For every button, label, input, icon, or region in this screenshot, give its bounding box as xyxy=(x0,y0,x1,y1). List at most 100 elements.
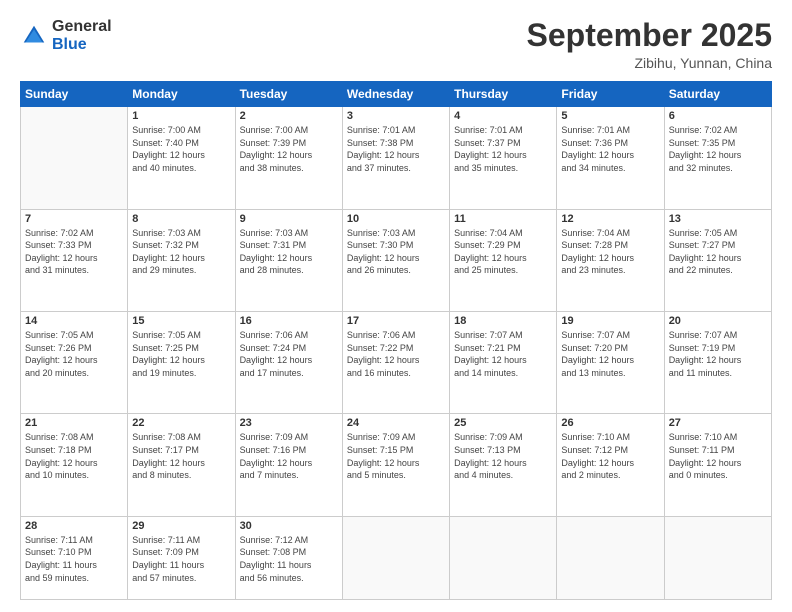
table-row xyxy=(450,516,557,599)
table-row: 13 Sunrise: 7:05 AMSunset: 7:27 PMDayligh… xyxy=(664,209,771,311)
table-row xyxy=(21,107,128,209)
day-info: Sunrise: 7:04 AMSunset: 7:28 PMDaylight:… xyxy=(561,227,659,277)
day-info: Sunrise: 7:01 AMSunset: 7:37 PMDaylight:… xyxy=(454,124,552,174)
table-row: 25 Sunrise: 7:09 AMSunset: 7:13 PMDayligh… xyxy=(450,414,557,516)
page: General Blue September 2025 Zibihu, Yunn… xyxy=(0,0,792,612)
day-number: 27 xyxy=(669,417,767,429)
day-number: 20 xyxy=(669,315,767,327)
table-row: 14 Sunrise: 7:05 AMSunset: 7:26 PMDayligh… xyxy=(21,312,128,414)
day-info: Sunrise: 7:08 AMSunset: 7:17 PMDaylight:… xyxy=(132,431,230,481)
day-info: Sunrise: 7:06 AMSunset: 7:22 PMDaylight:… xyxy=(347,329,445,379)
day-info: Sunrise: 7:02 AMSunset: 7:33 PMDaylight:… xyxy=(25,227,123,277)
table-row: 6 Sunrise: 7:02 AMSunset: 7:35 PMDaylight… xyxy=(664,107,771,209)
table-row: 3Sunrise: 7:01 AMSunset: 7:38 PMDaylight… xyxy=(342,107,449,209)
day-number: 22 xyxy=(132,417,230,429)
day-number: 29 xyxy=(132,520,230,532)
header-friday: Friday xyxy=(557,82,664,107)
table-row: 27 Sunrise: 7:10 AMSunset: 7:11 PMDayligh… xyxy=(664,414,771,516)
table-row xyxy=(557,516,664,599)
logo-general-text: General xyxy=(52,18,112,36)
day-info: Sunrise: 7:10 AMSunset: 7:11 PMDaylight:… xyxy=(669,431,767,481)
day-number: 14 xyxy=(25,315,123,327)
day-info: Sunrise: 7:03 AMSunset: 7:32 PMDaylight:… xyxy=(132,227,230,277)
table-row: 30 Sunrise: 7:12 AMSunset: 7:08 PMDayligh… xyxy=(235,516,342,599)
day-number: 26 xyxy=(561,417,659,429)
table-row: 12Sunrise: 7:04 AMSunset: 7:28 PMDayligh… xyxy=(557,209,664,311)
table-row: 9 Sunrise: 7:03 AMSunset: 7:31 PMDaylight… xyxy=(235,209,342,311)
day-info: Sunrise: 7:11 AMSunset: 7:09 PMDaylight:… xyxy=(132,534,230,584)
day-info: Sunrise: 7:03 AMSunset: 7:31 PMDaylight:… xyxy=(240,227,338,277)
day-info: Sunrise: 7:01 AMSunset: 7:38 PMDaylight:… xyxy=(347,124,445,174)
day-info: Sunrise: 7:12 AMSunset: 7:08 PMDaylight:… xyxy=(240,534,338,584)
calendar-subtitle: Zibihu, Yunnan, China xyxy=(527,55,772,71)
table-row: 7 Sunrise: 7:02 AMSunset: 7:33 PMDaylight… xyxy=(21,209,128,311)
table-row: 17 Sunrise: 7:06 AMSunset: 7:22 PMDayligh… xyxy=(342,312,449,414)
day-info: Sunrise: 7:09 AMSunset: 7:15 PMDaylight:… xyxy=(347,431,445,481)
day-number: 17 xyxy=(347,315,445,327)
day-number: 6 xyxy=(669,110,767,122)
day-info: Sunrise: 7:10 AMSunset: 7:12 PMDaylight:… xyxy=(561,431,659,481)
day-number: 11 xyxy=(454,213,552,225)
day-number: 21 xyxy=(25,417,123,429)
header-saturday: Saturday xyxy=(664,82,771,107)
table-row: 5Sunrise: 7:01 AMSunset: 7:36 PMDaylight… xyxy=(557,107,664,209)
table-row: 16 Sunrise: 7:06 AMSunset: 7:24 PMDayligh… xyxy=(235,312,342,414)
day-number: 25 xyxy=(454,417,552,429)
table-row: 1Sunrise: 7:00 AMSunset: 7:40 PMDaylight… xyxy=(128,107,235,209)
day-info: Sunrise: 7:07 AMSunset: 7:21 PMDaylight:… xyxy=(454,329,552,379)
day-info: Sunrise: 7:07 AMSunset: 7:19 PMDaylight:… xyxy=(669,329,767,379)
table-row: 24 Sunrise: 7:09 AMSunset: 7:15 PMDayligh… xyxy=(342,414,449,516)
day-number: 13 xyxy=(669,213,767,225)
day-info: Sunrise: 7:05 AMSunset: 7:26 PMDaylight:… xyxy=(25,329,123,379)
day-number: 30 xyxy=(240,520,338,532)
table-row xyxy=(342,516,449,599)
logo: General Blue xyxy=(20,18,112,53)
calendar-table: Sunday Monday Tuesday Wednesday Thursday… xyxy=(20,81,772,600)
header-monday: Monday xyxy=(128,82,235,107)
header-wednesday: Wednesday xyxy=(342,82,449,107)
table-row: 23 Sunrise: 7:09 AMSunset: 7:16 PMDayligh… xyxy=(235,414,342,516)
day-number: 8 xyxy=(132,213,230,225)
table-row: 20 Sunrise: 7:07 AMSunset: 7:19 PMDayligh… xyxy=(664,312,771,414)
table-row: 22 Sunrise: 7:08 AMSunset: 7:17 PMDayligh… xyxy=(128,414,235,516)
day-info: Sunrise: 7:02 AMSunset: 7:35 PMDaylight:… xyxy=(669,124,767,174)
day-number: 18 xyxy=(454,315,552,327)
day-number: 23 xyxy=(240,417,338,429)
day-info: Sunrise: 7:01 AMSunset: 7:36 PMDaylight:… xyxy=(561,124,659,174)
table-row: 10Sunrise: 7:03 AMSunset: 7:30 PMDayligh… xyxy=(342,209,449,311)
table-row: 26 Sunrise: 7:10 AMSunset: 7:12 PMDayligh… xyxy=(557,414,664,516)
day-number: 24 xyxy=(347,417,445,429)
logo-icon xyxy=(20,22,48,50)
calendar-title: September 2025 xyxy=(527,18,772,53)
day-info: Sunrise: 7:07 AMSunset: 7:20 PMDaylight:… xyxy=(561,329,659,379)
day-info: Sunrise: 7:04 AMSunset: 7:29 PMDaylight:… xyxy=(454,227,552,277)
weekday-header-row: Sunday Monday Tuesday Wednesday Thursday… xyxy=(21,82,772,107)
day-info: Sunrise: 7:06 AMSunset: 7:24 PMDaylight:… xyxy=(240,329,338,379)
table-row: 21 Sunrise: 7:08 AMSunset: 7:18 PMDayligh… xyxy=(21,414,128,516)
table-row: 29 Sunrise: 7:11 AMSunset: 7:09 PMDayligh… xyxy=(128,516,235,599)
table-row: 4 Sunrise: 7:01 AMSunset: 7:37 PMDaylight… xyxy=(450,107,557,209)
table-row: 8 Sunrise: 7:03 AMSunset: 7:32 PMDaylight… xyxy=(128,209,235,311)
day-number: 9 xyxy=(240,213,338,225)
table-row: 2 Sunrise: 7:00 AMSunset: 7:39 PMDaylight… xyxy=(235,107,342,209)
day-number: 7 xyxy=(25,213,123,225)
day-info: Sunrise: 7:09 AMSunset: 7:16 PMDaylight:… xyxy=(240,431,338,481)
header-tuesday: Tuesday xyxy=(235,82,342,107)
day-number: 4 xyxy=(454,110,552,122)
day-info: Sunrise: 7:11 AMSunset: 7:10 PMDaylight:… xyxy=(25,534,123,584)
header: General Blue September 2025 Zibihu, Yunn… xyxy=(20,18,772,71)
day-number: 19 xyxy=(561,315,659,327)
day-info: Sunrise: 7:05 AMSunset: 7:27 PMDaylight:… xyxy=(669,227,767,277)
day-info: Sunrise: 7:09 AMSunset: 7:13 PMDaylight:… xyxy=(454,431,552,481)
logo-blue-text: Blue xyxy=(52,36,112,54)
day-number: 2 xyxy=(240,110,338,122)
day-number: 28 xyxy=(25,520,123,532)
day-number: 15 xyxy=(132,315,230,327)
day-info: Sunrise: 7:05 AMSunset: 7:25 PMDaylight:… xyxy=(132,329,230,379)
day-number: 1 xyxy=(132,110,230,122)
day-number: 16 xyxy=(240,315,338,327)
day-info: Sunrise: 7:08 AMSunset: 7:18 PMDaylight:… xyxy=(25,431,123,481)
title-block: September 2025 Zibihu, Yunnan, China xyxy=(527,18,772,71)
day-number: 10 xyxy=(347,213,445,225)
day-info: Sunrise: 7:00 AMSunset: 7:39 PMDaylight:… xyxy=(240,124,338,174)
